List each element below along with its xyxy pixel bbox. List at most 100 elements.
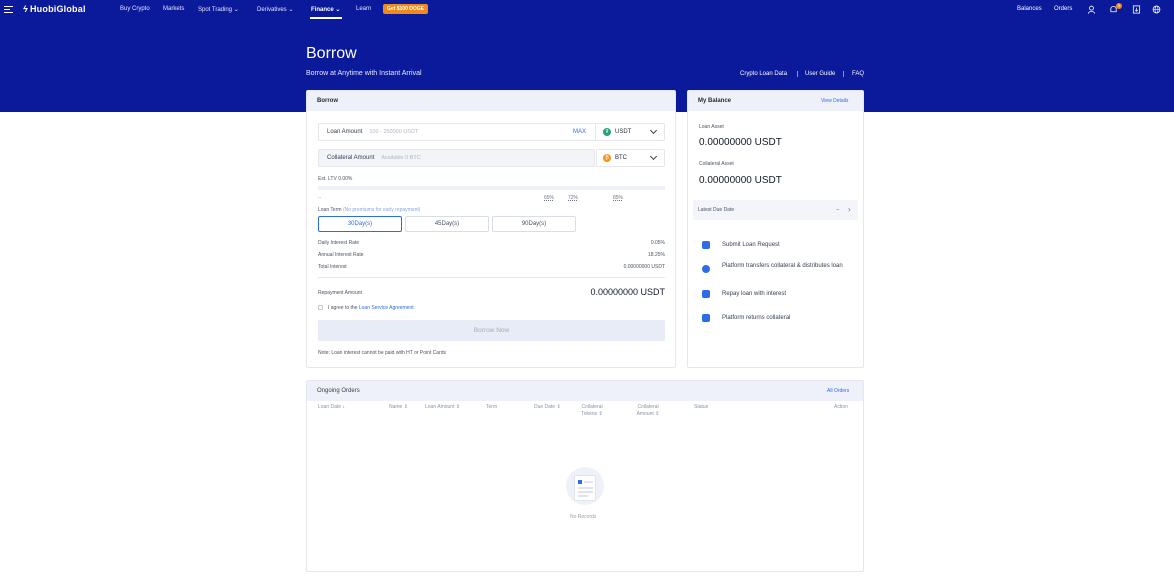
nav-finance[interactable]: Finance ⌄ [311, 6, 340, 13]
term-90-days-button[interactable]: 90Day(s) [492, 216, 576, 232]
balance-card: My Balance [687, 90, 864, 368]
document-icon [574, 475, 596, 501]
link-divider [843, 71, 844, 77]
nav-derivatives[interactable]: Derivatives ⌄ [257, 6, 293, 13]
collateral-available-text: Available 0 BTC [381, 155, 421, 161]
borrow-now-button[interactable]: Borrow Now [318, 320, 665, 341]
loan-term-label: Loan Term (No premiums for early repayme… [318, 207, 421, 213]
collateral-amount-label: Collateral Amount [327, 155, 375, 161]
no-records-text: No Records [570, 514, 597, 520]
link-divider [797, 71, 798, 77]
notification-badge: 9 [1116, 3, 1122, 9]
chevron-right-icon[interactable]: › [848, 205, 851, 214]
max-button[interactable]: MAX [573, 129, 586, 135]
step-platform-transfers: Platform transfers collateral & distribu… [722, 263, 843, 269]
step-submit-request: Submit Loan Request [722, 242, 780, 248]
nav-balances[interactable]: Balances [1017, 6, 1042, 12]
return-collateral-icon [702, 314, 710, 322]
col-collateral-amount[interactable]: Collateral Amount ⇕ [630, 404, 666, 417]
faq-link[interactable]: FAQ [852, 71, 864, 77]
agreement-checkbox[interactable] [318, 305, 323, 310]
chevron-down-icon: ⌄ [335, 7, 341, 13]
promo-badge[interactable]: Get $100 DOGE [383, 4, 428, 14]
loan-amount-label: Loan Amount [327, 129, 363, 135]
term-30-days-button[interactable]: 30Day(s) [318, 216, 402, 232]
collateral-coin[interactable]: ₿ BTC [603, 154, 627, 162]
daily-interest-value: 0.05% [650, 240, 665, 246]
collateral-asset-value: 0.00000000 USDT [699, 175, 782, 186]
nav-spot-trading[interactable]: Spot Trading ⌄ [198, 6, 239, 13]
ltv-mark-margin-call: 72% [568, 195, 579, 201]
sort-icon: ⇕ [556, 404, 561, 410]
menu-icon[interactable] [4, 6, 13, 13]
nav-markets[interactable]: Markets [163, 6, 184, 12]
agreement-text: I agree to the Loan Service Agreement [328, 305, 414, 311]
loan-agreement-link[interactable]: Loan Service Agreement [359, 305, 414, 311]
chevron-down-icon: ⌄ [288, 7, 294, 13]
col-due-date[interactable]: Due Date ⇕ [534, 404, 561, 411]
loan-coin-select[interactable]: ₮ USDT [603, 128, 631, 136]
step-return-collateral: Platform returns collateral [722, 315, 791, 321]
loan-coin-label: USDT [615, 129, 632, 135]
ltv-label: Est. LTV 0.00% [318, 176, 353, 182]
col-action: Action [834, 404, 848, 410]
step-repay-loan: Repay loan with interest [722, 291, 787, 297]
ltv-dash: -- [318, 195, 322, 201]
loan-asset-value: 0.00000000 USDT [699, 137, 782, 148]
latest-due-date-value: -- [836, 207, 840, 213]
sort-icon: ⇕ [655, 410, 660, 417]
col-loan-date[interactable]: Loan Date ↓ [318, 404, 345, 411]
borrow-card-title: Borrow [307, 91, 675, 111]
ltv-mark-liquidation: 85% [613, 195, 624, 201]
annual-interest-label: Annual Interest Rate [318, 252, 364, 258]
page-title: Borrow [306, 45, 357, 62]
collateral-asset-label: Collateral Asset [699, 161, 734, 167]
loan-amount-placeholder: 100 - 250000 USDT [369, 129, 419, 135]
interest-note: Note: Loan interest cannot be paid with … [318, 350, 447, 356]
btc-coin-icon: ₿ [603, 154, 611, 162]
annual-interest-value: 18.25% [648, 252, 665, 258]
flame-icon: ϟ [23, 4, 28, 14]
col-loan-amount[interactable]: Loan Amount ⇕ [425, 404, 460, 411]
sort-icon: ⇕ [598, 410, 603, 417]
collateral-amount-field[interactable]: Collateral Amount Available 0 BTC [318, 149, 595, 167]
sort-icon: ⇕ [455, 404, 461, 410]
nav-buy-crypto[interactable]: Buy Crypto [120, 6, 150, 12]
submit-request-icon [702, 241, 710, 249]
ltv-mark-warning: 65% [544, 195, 555, 201]
col-name[interactable]: Name ⇕ [389, 404, 408, 411]
repayment-value: 0.00000000 USDT [590, 287, 665, 297]
col-collateral-tokens[interactable]: Collateral Tokens ⇕ [576, 404, 608, 417]
nav-orders[interactable]: Orders [1054, 6, 1072, 12]
field-divider [595, 124, 596, 140]
view-details-link[interactable]: View Details [821, 98, 848, 104]
chevron-down-icon: ⌄ [233, 7, 239, 13]
total-interest-value: 0.00000000 USDT [623, 264, 665, 270]
transfer-icon [702, 265, 710, 273]
repay-icon [702, 290, 710, 298]
repayment-label: Repayment Amount [318, 290, 362, 296]
all-orders-link[interactable]: All Orders [827, 388, 849, 394]
page-subtitle: Borrow at Anytime with Instant Arrival [306, 70, 422, 77]
loan-asset-label: Loan Asset [699, 124, 724, 130]
collateral-coin-label: BTC [615, 155, 627, 161]
usdt-coin-icon: ₮ [603, 128, 611, 136]
col-status: Status [694, 404, 709, 410]
total-interest-label: Total Interest [318, 264, 347, 270]
ongoing-orders-title: Ongoing Orders [307, 381, 863, 401]
sort-down-icon: ↓ [342, 404, 345, 410]
user-icon[interactable] [1087, 5, 1096, 14]
sort-icon: ⇕ [403, 404, 408, 410]
crypto-loan-data-link[interactable]: Crypto Loan Data [740, 71, 787, 77]
globe-icon[interactable] [1152, 5, 1161, 14]
logo[interactable]: ϟ HuobiGlobal [23, 4, 86, 14]
latest-due-date-label: Latest Due Date [698, 207, 735, 213]
nav-learn[interactable]: Learn [356, 6, 371, 12]
user-guide-link[interactable]: User Guide [805, 71, 835, 77]
ltv-bar [318, 186, 665, 190]
daily-interest-label: Daily Interest Rate [318, 240, 360, 246]
section-divider [318, 277, 665, 278]
download-icon[interactable] [1132, 5, 1141, 14]
col-term: Term [486, 404, 498, 410]
term-45-days-button[interactable]: 45Day(s) [405, 216, 489, 232]
